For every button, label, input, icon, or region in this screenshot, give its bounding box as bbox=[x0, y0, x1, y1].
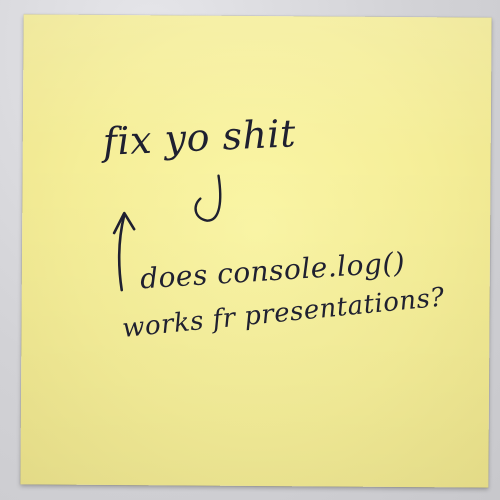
up-arrow-shaft bbox=[117, 213, 126, 292]
note-line-fix-yo-shit: fix yo shit bbox=[101, 111, 297, 164]
y-descender-stroke bbox=[194, 174, 222, 222]
photo-scene: fix yo shit does console.log() works fr … bbox=[0, 0, 500, 500]
sticky-note: fix yo shit does console.log() works fr … bbox=[20, 14, 492, 488]
up-arrow-head bbox=[112, 211, 136, 235]
handwritten-strokes bbox=[112, 174, 222, 292]
